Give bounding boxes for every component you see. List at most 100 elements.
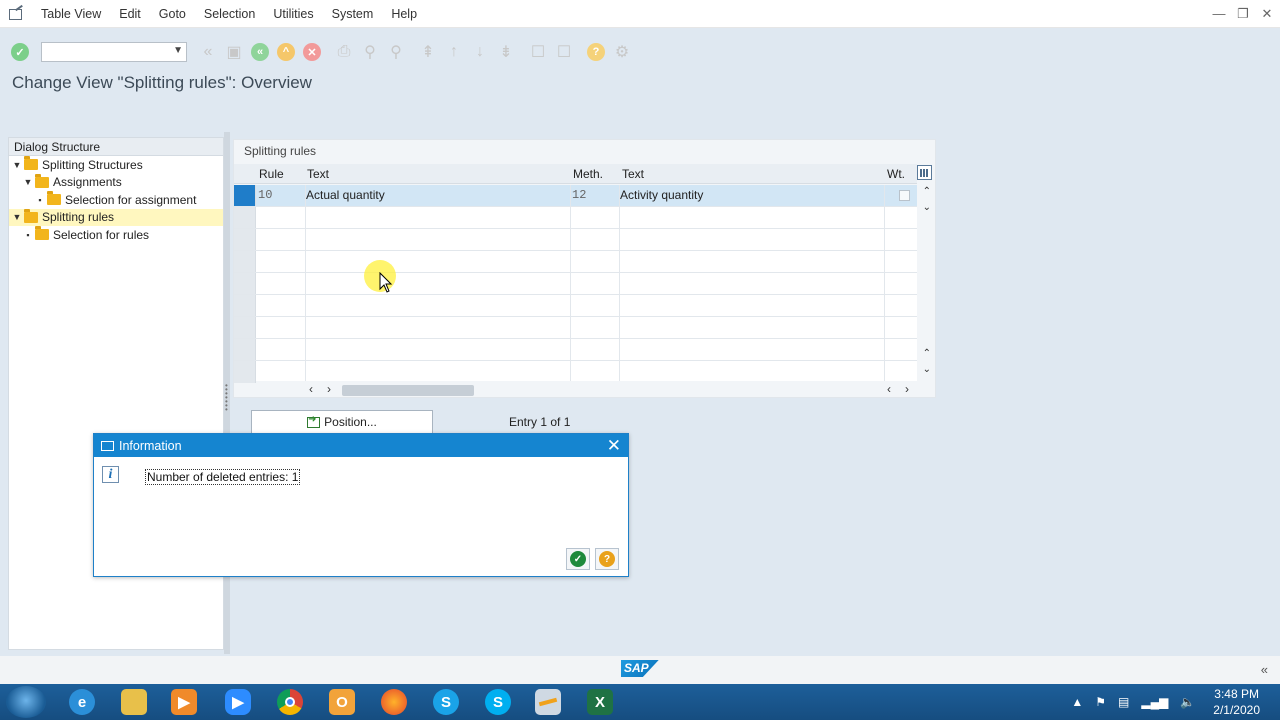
help-icon[interactable]: ? xyxy=(585,41,607,63)
app-menu-icon[interactable] xyxy=(8,7,24,21)
media-player-icon[interactable]: ▶ xyxy=(162,687,206,717)
start-button-icon[interactable] xyxy=(6,686,46,718)
volume-icon[interactable]: 🔈 xyxy=(1180,695,1195,709)
position-button[interactable]: Position... xyxy=(251,410,433,434)
table-row[interactable] xyxy=(234,207,917,229)
close-icon[interactable]: ✕ xyxy=(607,436,621,456)
taskbar: e ▶ ▶ O S S X ▲ ⚑ ▤ ▂▄▆ 🔈 3:48 PM 2/1/20… xyxy=(0,684,1280,720)
scroll-right-icon[interactable]: › xyxy=(905,382,909,396)
table-row[interactable]: 10 Actual quantity 12 Activity quantity xyxy=(234,185,917,207)
collapse-icon[interactable]: « xyxy=(1261,662,1268,677)
menu-selection[interactable]: Selection xyxy=(195,7,264,21)
row-selector[interactable] xyxy=(234,339,256,360)
row-selector[interactable] xyxy=(234,295,256,316)
row-selector[interactable] xyxy=(234,273,256,294)
table-row[interactable] xyxy=(234,273,917,295)
back-icon[interactable]: « xyxy=(249,41,271,63)
dialog-title-bar: Information ✕ xyxy=(94,434,628,457)
system-tray: ▲ ⚑ ▤ ▂▄▆ 🔈 3:48 PM 2/1/2020 xyxy=(1059,684,1280,720)
expand-icon[interactable]: ▼ xyxy=(12,160,22,170)
column-divider xyxy=(619,185,620,381)
column-header-rule[interactable]: Rule xyxy=(259,167,284,181)
cell-method[interactable]: 12 xyxy=(572,188,586,202)
scroll-down-icon[interactable]: ⌄ xyxy=(923,202,931,213)
tree-item-assignments[interactable]: ▼ Assignments xyxy=(9,173,223,192)
previous-page-icon: ↑ xyxy=(450,43,458,60)
scroll-top-icon[interactable]: ⌃ xyxy=(923,348,931,359)
sap-logon-icon[interactable] xyxy=(526,687,570,717)
menu-help[interactable]: Help xyxy=(382,7,426,21)
find-icon: ⚲ xyxy=(364,44,376,61)
splitter-grip-icon[interactable]: • • • • • • • xyxy=(225,382,228,414)
expand-icon[interactable]: ▼ xyxy=(23,177,33,187)
excel-icon[interactable]: X xyxy=(578,687,622,717)
row-selector[interactable] xyxy=(234,229,256,250)
scroll-left-icon[interactable]: ‹ xyxy=(887,382,891,396)
confirm-button[interactable]: ✓ xyxy=(566,548,590,570)
internet-explorer-icon[interactable]: e xyxy=(60,687,104,717)
enter-icon[interactable]: ✓ xyxy=(9,41,31,63)
scroll-up-icon[interactable]: ⌃ xyxy=(923,186,931,197)
network-icon[interactable]: ▂▄▆ xyxy=(1141,695,1168,709)
weight-checkbox[interactable] xyxy=(899,190,910,201)
scroll-right-icon[interactable]: › xyxy=(327,382,331,396)
exit-icon[interactable]: ^ xyxy=(275,41,297,63)
scroll-bottom-icon[interactable]: ⌄ xyxy=(923,364,931,375)
column-header-method-text[interactable]: Text xyxy=(622,167,644,181)
help-button[interactable]: ? xyxy=(595,548,619,570)
firefox-icon[interactable] xyxy=(372,687,416,717)
minimize-icon[interactable]: — xyxy=(1212,6,1226,22)
cancel-icon[interactable]: ✕ xyxy=(301,41,323,63)
row-selector[interactable] xyxy=(234,317,256,338)
show-hidden-icons-icon[interactable]: ▲ xyxy=(1071,695,1083,709)
table-settings-icon[interactable] xyxy=(917,165,932,180)
tree-item-selection-for-assignment[interactable]: ▪ Selection for assignment xyxy=(9,191,223,209)
table-row[interactable] xyxy=(234,229,917,251)
clock[interactable]: 3:48 PM 2/1/2020 xyxy=(1213,686,1260,718)
skype-icon[interactable]: S xyxy=(476,687,520,717)
scroll-left-icon[interactable]: ‹ xyxy=(309,382,313,396)
tree-item-splitting-structures[interactable]: ▼ Splitting Structures xyxy=(9,156,223,174)
new-session-icon: ☐ xyxy=(530,44,546,61)
table-row[interactable] xyxy=(234,339,917,361)
expand-icon[interactable]: ▼ xyxy=(12,212,22,222)
cell-rule[interactable]: 10 xyxy=(258,188,272,202)
row-selector[interactable] xyxy=(234,361,256,383)
column-divider xyxy=(305,185,306,381)
chrome-icon[interactable] xyxy=(268,687,312,717)
menu-system[interactable]: System xyxy=(323,7,383,21)
table-row[interactable] xyxy=(234,317,917,339)
tree-item-label: Splitting rules xyxy=(42,210,115,225)
row-selector[interactable] xyxy=(234,207,256,228)
horizontal-scrollbar[interactable]: ‹ › ‹ › xyxy=(307,382,917,396)
chevron-down-icon[interactable]: ▼ xyxy=(173,45,183,56)
menu-utilities[interactable]: Utilities xyxy=(264,7,322,21)
menu-edit[interactable]: Edit xyxy=(110,7,150,21)
dialog-structure-header: Dialog Structure xyxy=(9,138,223,156)
row-selector[interactable] xyxy=(234,185,256,206)
customize-icon[interactable]: ⚙ xyxy=(611,41,633,63)
menu-goto[interactable]: Goto xyxy=(150,7,195,21)
power-icon[interactable]: ▤ xyxy=(1118,695,1129,709)
menu-table-view[interactable]: Table View xyxy=(32,7,110,21)
tree-item-splitting-rules[interactable]: ▼ Splitting rules xyxy=(9,208,223,226)
entry-counter: Entry 1 of 1 xyxy=(509,415,571,429)
toolbar: ✓ ▼ « ▣ « ^ ✕ ⎙ ⚲ ⚲ ⇞ ↑ ↓ ⇟ ☐ ☐ ? ⚙ xyxy=(0,38,1280,66)
skype-business-icon[interactable]: S xyxy=(424,687,468,717)
zoom-icon[interactable]: ▶ xyxy=(216,687,260,717)
scroll-thumb[interactable] xyxy=(342,385,474,396)
maximize-icon[interactable]: ❐ xyxy=(1236,6,1250,22)
column-header-method[interactable]: Meth. xyxy=(573,167,603,181)
tree-item-selection-for-rules[interactable]: ▪ Selection for rules xyxy=(9,226,223,244)
command-field[interactable]: ▼ xyxy=(41,42,187,62)
outlook-icon[interactable]: O xyxy=(320,687,364,717)
row-selector[interactable] xyxy=(234,251,256,272)
table-row[interactable] xyxy=(234,251,917,273)
table-row[interactable] xyxy=(234,295,917,317)
action-center-flag-icon[interactable]: ⚑ xyxy=(1095,695,1106,709)
column-header-weight[interactable]: Wt. xyxy=(887,167,905,181)
file-explorer-icon[interactable] xyxy=(112,687,156,717)
close-window-icon[interactable]: ✕ xyxy=(1260,6,1274,22)
column-header-text[interactable]: Text xyxy=(307,167,329,181)
table-row[interactable] xyxy=(234,361,917,383)
